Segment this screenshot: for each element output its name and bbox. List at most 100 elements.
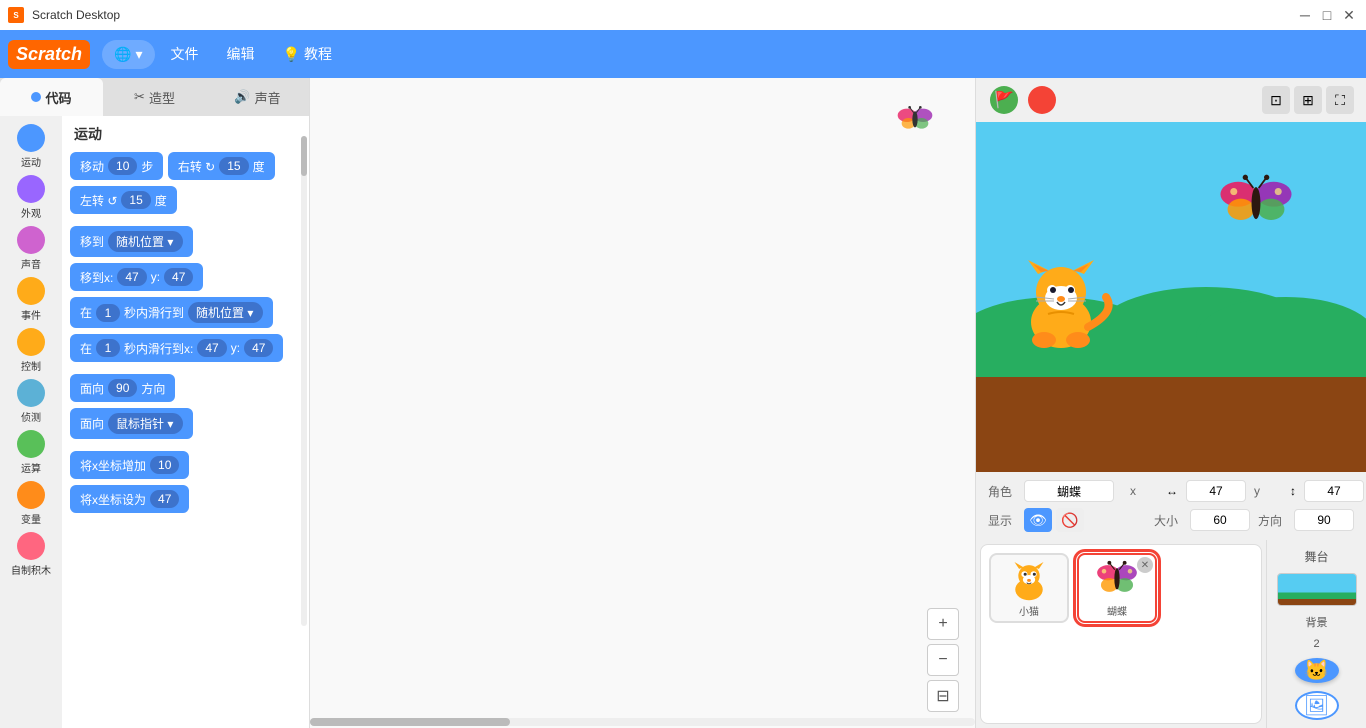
x-arrow-icon: ↔	[1166, 484, 1178, 498]
stage-side-panel: 舞台 背景 2 🐱 🖼	[1266, 540, 1366, 728]
sprites-row: 小猫 ✕	[989, 553, 1253, 623]
minimize-button[interactable]: ─	[1296, 6, 1314, 24]
sprite-delete-button[interactable]: ✕	[1137, 557, 1153, 573]
scripting-area[interactable]: + − ⊟	[310, 78, 976, 728]
zoom-fit-button[interactable]: ⊟	[927, 680, 959, 712]
y-arrow-icon: ↕	[1290, 484, 1296, 498]
cat-myblocks-circle	[17, 532, 45, 560]
zoom-controls: + − ⊟	[927, 608, 959, 712]
cat-control[interactable]: 控制	[17, 328, 45, 373]
cat-events[interactable]: 事件	[17, 277, 45, 322]
language-button[interactable]: 🌐 ▾	[102, 40, 154, 69]
maximize-button[interactable]: □	[1318, 6, 1336, 24]
h-scrollbar-thumb	[310, 718, 510, 726]
zoom-out-button[interactable]: −	[927, 644, 959, 676]
tutorial-menu[interactable]: 💡 教程	[271, 38, 344, 70]
code-dot	[31, 92, 41, 102]
blocks-list: 运动 移动 10 步 右转 ↻ 15 度 左转 ↺ 15 度	[62, 116, 309, 728]
title-text: Scratch Desktop	[32, 8, 120, 22]
close-button[interactable]: ✕	[1340, 6, 1358, 24]
cat-sound[interactable]: 声音	[17, 226, 45, 271]
x-label: x	[1130, 484, 1158, 498]
butterfly-script-svg	[895, 102, 935, 135]
cat-myblocks-label: 自制积木	[11, 562, 51, 577]
cat-looks-label: 外观	[21, 205, 41, 220]
stage-canvas	[976, 122, 1366, 472]
block-turn-right[interactable]: 右转 ↻ 15 度	[168, 152, 275, 180]
globe-icon: 🌐	[114, 46, 131, 63]
cat-operators-label: 运算	[21, 460, 41, 475]
small-stage-button[interactable]: ⊡	[1262, 86, 1290, 114]
costume-icon: ✂	[134, 89, 145, 105]
sprite-name-input[interactable]	[1024, 480, 1114, 502]
sprite-thumb-butterfly[interactable]: ✕	[1077, 553, 1157, 623]
grass-right	[1196, 297, 1366, 377]
tutorial-label: 教程	[304, 44, 332, 64]
fullscreen-button[interactable]: ⛶	[1326, 86, 1354, 114]
add-sprite-button[interactable]: 🐱	[1295, 658, 1339, 683]
cat-sensing[interactable]: 侦测	[17, 379, 45, 424]
cat-variables[interactable]: 变量	[17, 481, 45, 526]
size-label: 大小	[1154, 512, 1182, 529]
block-goto-xy[interactable]: 移到x: 47 y: 47	[70, 263, 203, 291]
layout-buttons: ⊡ ⊞ ⛶	[1262, 86, 1354, 114]
h-scrollbar[interactable]	[310, 718, 975, 726]
x-value-input[interactable]	[1186, 480, 1246, 502]
cat-sensing-label: 侦测	[21, 409, 41, 424]
globe-arrow: ▾	[135, 46, 142, 63]
zoom-in-button[interactable]: +	[927, 608, 959, 640]
cat-operators-circle	[17, 430, 45, 458]
tutorial-icon: 💡	[283, 46, 300, 63]
section-title: 运动	[70, 124, 301, 144]
playback-buttons: 🚩	[988, 84, 1056, 116]
category-list: 运动 外观 声音 事件 控制	[0, 116, 62, 728]
block-glide-xy[interactable]: 在 1 秒内滑行到x: 47 y: 47	[70, 334, 283, 362]
tab-costume[interactable]: ✂ 造型	[103, 78, 206, 116]
normal-stage-button[interactable]: ⊞	[1294, 86, 1322, 114]
block-move[interactable]: 移动 10 步	[70, 152, 163, 180]
show-button[interactable]: 👁	[1024, 508, 1052, 532]
stage-controls: 🚩 ⊡ ⊞ ⛶	[976, 78, 1366, 122]
block-change-x[interactable]: 将x坐标增加 10	[70, 451, 189, 479]
tab-sound-label: 声音	[255, 88, 281, 107]
block-set-x[interactable]: 将x坐标设为 47	[70, 485, 189, 513]
cat-motion[interactable]: 运动	[17, 124, 45, 169]
script-sprite-butterfly	[895, 102, 935, 138]
flag-icon: 🚩	[990, 86, 1018, 114]
sprites-stage-row: 小猫 ✕	[976, 540, 1366, 728]
cat-myblocks[interactable]: 自制积木	[11, 532, 51, 577]
dir-input[interactable]	[1294, 509, 1354, 531]
cat-sensing-circle	[17, 379, 45, 407]
cat-operators[interactable]: 运算	[17, 430, 45, 475]
y-value-input[interactable]	[1304, 480, 1364, 502]
tab-sound[interactable]: 🔊 声音	[206, 78, 309, 116]
stop-button[interactable]	[1028, 86, 1056, 114]
stage-ground	[976, 372, 1366, 472]
sprite-label: 角色	[988, 483, 1016, 500]
title-bar: S Scratch Desktop ─ □ ✕	[0, 0, 1366, 30]
stage-cat-sprite	[1006, 252, 1116, 352]
cat-svg	[1006, 252, 1116, 352]
tab-costume-label: 造型	[149, 88, 175, 107]
hide-button[interactable]: 🚫	[1056, 508, 1084, 532]
block-face-toward[interactable]: 面向 鼠标指针 ▾	[70, 408, 193, 439]
cat-looks[interactable]: 外观	[17, 175, 45, 220]
left-panel: 代码 ✂ 造型 🔊 声音 运动 外观	[0, 78, 310, 728]
cat-thumb-svg	[1004, 559, 1054, 601]
cat-events-label: 事件	[21, 307, 41, 322]
file-menu[interactable]: 文件	[159, 38, 211, 70]
stage-thumbnail[interactable]	[1277, 573, 1357, 606]
sprite-thumb-cat[interactable]: 小猫	[989, 553, 1069, 623]
green-flag-button[interactable]: 🚩	[988, 84, 1020, 116]
block-goto[interactable]: 移到 随机位置 ▾	[70, 226, 193, 257]
edit-menu[interactable]: 编辑	[215, 38, 267, 70]
bg-count-label: 背景	[1306, 614, 1328, 630]
add-stage-button[interactable]: 🖼	[1295, 691, 1339, 720]
block-turn-left[interactable]: 左转 ↺ 15 度	[70, 186, 177, 214]
tab-code-label: 代码	[45, 88, 71, 107]
block-face-direction[interactable]: 面向 90 方向	[70, 374, 175, 402]
tab-code[interactable]: 代码	[0, 78, 103, 116]
block-glide-random[interactable]: 在 1 秒内滑行到 随机位置 ▾	[70, 297, 273, 328]
size-input[interactable]	[1190, 509, 1250, 531]
cat-variables-circle	[17, 481, 45, 509]
